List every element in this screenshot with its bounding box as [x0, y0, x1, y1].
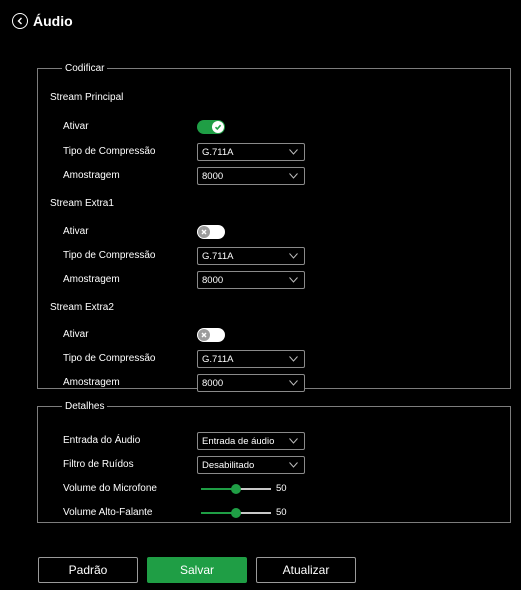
select-value: 8000	[202, 274, 224, 286]
stream-principal-amostragem-select[interactable]: 8000	[197, 167, 305, 185]
chevron-down-icon	[289, 173, 298, 179]
stream-extra1-compressao-select[interactable]: G.711A	[197, 247, 305, 265]
filtro-ruidos-select[interactable]: Desabilitado	[197, 456, 305, 474]
chevron-down-icon	[289, 149, 298, 155]
select-value: G.711A	[202, 353, 234, 365]
stream-extra2-compressao-row: Tipo de Compressão G.711A	[38, 350, 510, 368]
stream-extra1-header: Stream Extra1	[38, 198, 510, 216]
select-value: 8000	[202, 170, 224, 182]
stream-title: Stream Principal	[50, 92, 124, 103]
stream-principal-compressao-select[interactable]: G.711A	[197, 143, 305, 161]
select-value: Entrada de áudio	[202, 435, 275, 447]
page-header: Áudio	[12, 10, 73, 32]
chevron-down-icon	[289, 253, 298, 259]
compressao-label: Tipo de Compressão	[63, 250, 156, 261]
filtro-ruidos-row: Filtro de Ruídos Desabilitado	[38, 456, 510, 474]
amostragem-label: Amostragem	[63, 274, 120, 285]
compressao-label: Tipo de Compressão	[63, 146, 156, 157]
amostragem-label: Amostragem	[63, 377, 120, 388]
entrada-audio-select[interactable]: Entrada de áudio	[197, 432, 305, 450]
stream-extra2-ativar-toggle[interactable]	[197, 328, 225, 342]
detalhes-legend: Detalhes	[65, 401, 105, 412]
stream-extra2-header: Stream Extra2	[38, 302, 510, 320]
ativar-label: Ativar	[63, 329, 89, 340]
stream-extra1-compressao-row: Tipo de Compressão G.711A	[38, 247, 510, 265]
close-icon	[198, 329, 210, 341]
volume-microfone-slider[interactable]: 50	[197, 480, 307, 498]
stream-extra1-ativar-row: Ativar	[38, 223, 510, 241]
back-arrow-icon[interactable]	[12, 13, 28, 29]
stream-principal-amostragem-row: Amostragem 8000	[38, 167, 510, 185]
volume-alto-falante-slider[interactable]: 50	[197, 504, 307, 522]
entrada-audio-row: Entrada do Áudio Entrada de áudio	[38, 432, 510, 450]
volume-alto-falante-label: Volume Alto-Falante	[63, 507, 153, 518]
select-value: G.711A	[202, 146, 234, 158]
detalhes-section: Detalhes Entrada do Áudio Entrada de áud…	[37, 401, 511, 523]
stream-principal-ativar-toggle[interactable]	[197, 120, 225, 134]
stream-extra1-ativar-toggle[interactable]	[197, 225, 225, 239]
stream-principal-ativar-row: Ativar	[38, 118, 510, 136]
atualizar-button[interactable]: Atualizar	[256, 557, 356, 583]
slider-value: 50	[276, 483, 287, 494]
slider-value: 50	[276, 507, 287, 518]
ativar-label: Ativar	[63, 121, 89, 132]
volume-alto-falante-row: Volume Alto-Falante 50	[38, 504, 510, 522]
stream-extra2-ativar-row: Ativar	[38, 326, 510, 344]
close-icon	[198, 226, 210, 238]
filtro-ruidos-label: Filtro de Ruídos	[63, 459, 134, 470]
volume-microfone-row: Volume do Microfone 50	[38, 480, 510, 498]
amostragem-label: Amostragem	[63, 170, 120, 181]
page-title: Áudio	[33, 13, 73, 29]
slider-thumb[interactable]	[231, 508, 241, 518]
stream-extra1-amostragem-select[interactable]: 8000	[197, 271, 305, 289]
chevron-down-icon	[289, 462, 298, 468]
codificar-legend: Codificar	[65, 63, 105, 74]
ativar-label: Ativar	[63, 226, 89, 237]
chevron-down-icon	[289, 438, 298, 444]
chevron-down-icon	[289, 277, 298, 283]
select-value: Desabilitado	[202, 459, 255, 471]
stream-title: Stream Extra2	[50, 302, 114, 313]
stream-extra2-amostragem-row: Amostragem 8000	[38, 374, 510, 392]
chevron-down-icon	[289, 356, 298, 362]
entrada-audio-label: Entrada do Áudio	[63, 435, 141, 446]
volume-microfone-label: Volume do Microfone	[63, 483, 157, 494]
stream-extra2-amostragem-select[interactable]: 8000	[197, 374, 305, 392]
stream-principal-header: Stream Principal	[38, 92, 510, 110]
padrao-button[interactable]: Padrão	[38, 557, 138, 583]
select-value: G.711A	[202, 250, 234, 262]
stream-extra1-amostragem-row: Amostragem 8000	[38, 271, 510, 289]
check-icon	[212, 121, 224, 133]
stream-extra2-compressao-select[interactable]: G.711A	[197, 350, 305, 368]
stream-title: Stream Extra1	[50, 198, 114, 209]
codificar-section: Codificar Stream Principal Ativar Tipo d…	[37, 63, 511, 392]
slider-thumb[interactable]	[231, 484, 241, 494]
chevron-down-icon	[289, 380, 298, 386]
salvar-button[interactable]: Salvar	[147, 557, 247, 583]
compressao-label: Tipo de Compressão	[63, 353, 156, 364]
stream-principal-compressao-row: Tipo de Compressão G.711A	[38, 143, 510, 161]
select-value: 8000	[202, 377, 224, 389]
